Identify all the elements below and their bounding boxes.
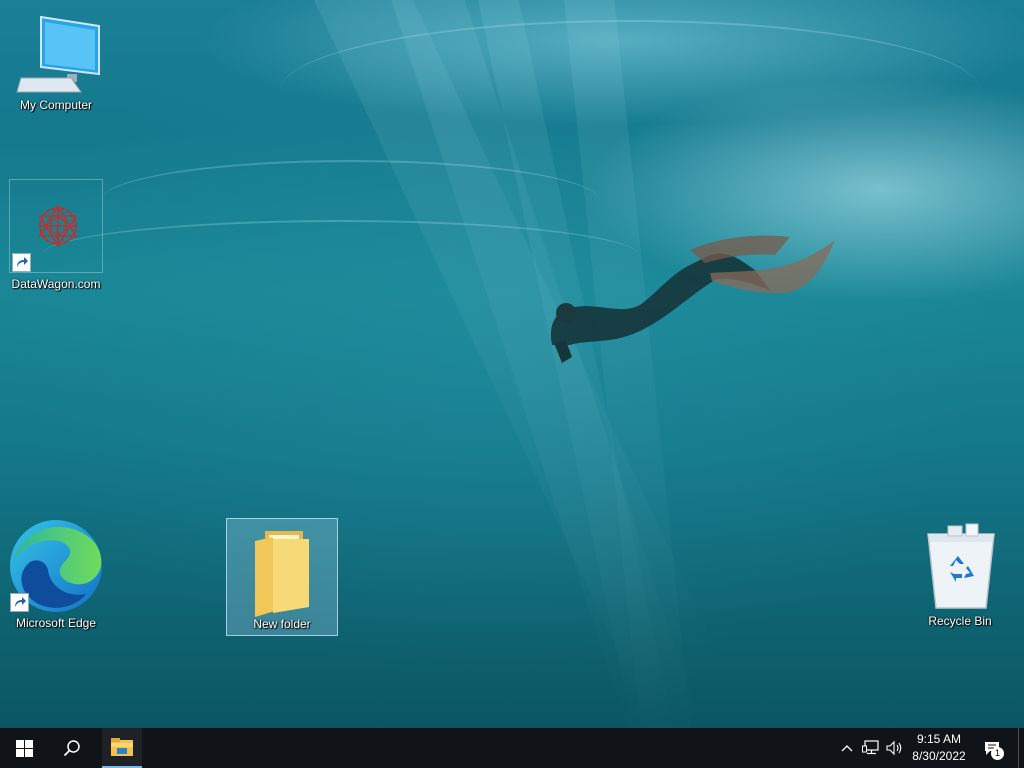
desktop-icon-recycle-bin[interactable]: Recycle Bin xyxy=(912,520,1008,629)
tray-clock[interactable]: 9:15 AM 8/30/2022 xyxy=(904,731,974,765)
desktop-icon-datawagon[interactable]: DataWagon.com xyxy=(8,179,104,292)
desktop-icon-microsoft-edge[interactable]: Microsoft Edge xyxy=(8,518,104,631)
desktop-icon-new-folder[interactable]: New folder xyxy=(226,518,338,636)
action-center-button[interactable]: 1 xyxy=(980,728,1004,768)
water-ripple xyxy=(280,20,980,162)
folder-icon xyxy=(247,527,317,617)
edge-icon xyxy=(8,518,104,614)
clock-time: 9:15 AM xyxy=(916,732,962,746)
tray-network[interactable] xyxy=(860,728,882,768)
show-desktop-button[interactable] xyxy=(1018,728,1019,768)
desktop-background xyxy=(0,0,1024,728)
file-explorer-icon xyxy=(111,738,133,756)
shortcut-arrow-icon xyxy=(12,253,31,272)
desktop-icon-label: DataWagon.com xyxy=(11,277,101,291)
recycle-bin-icon xyxy=(920,520,1000,612)
desktop-icon-label: Recycle Bin xyxy=(928,614,992,628)
chevron-up-icon xyxy=(841,745,853,752)
notification-icon: 1 xyxy=(984,741,1004,760)
clock-date: 8/30/2022 xyxy=(912,749,966,763)
tray-show-hidden[interactable] xyxy=(838,728,856,768)
desktop-icon-my-computer[interactable]: My Computer xyxy=(8,12,104,113)
shortcut-arrow-icon xyxy=(10,593,29,612)
desktop-icon-label: My Computer xyxy=(19,98,93,112)
datawagon-icon xyxy=(9,179,103,273)
computer-icon xyxy=(11,12,101,94)
search-button[interactable] xyxy=(48,728,96,768)
volume-icon xyxy=(886,740,902,756)
search-icon xyxy=(63,740,80,757)
start-button[interactable] xyxy=(0,728,48,768)
windows-start-icon xyxy=(15,739,33,757)
desktop-icon-label: New folder xyxy=(253,617,311,631)
tray-volume[interactable] xyxy=(884,728,906,768)
notification-count-badge: 1 xyxy=(991,746,1004,760)
diver-silhouette xyxy=(550,235,835,363)
desktop-icon-label: Microsoft Edge xyxy=(15,616,97,630)
taskbar-file-explorer[interactable] xyxy=(102,728,142,768)
network-icon xyxy=(862,740,879,755)
taskbar: 9:15 AM 8/30/2022 1 xyxy=(0,728,1024,768)
